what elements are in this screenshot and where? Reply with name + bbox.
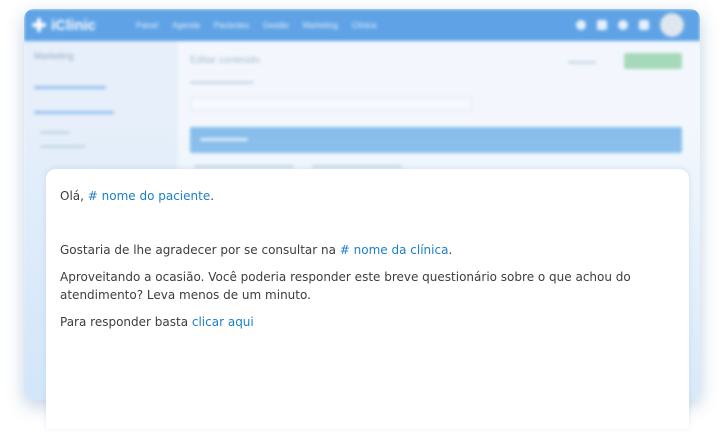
nav-item-pacientes[interactable]: Pacientes: [214, 21, 249, 30]
patient-name-variable: # nome do paciente: [87, 189, 211, 203]
survey-link[interactable]: clicar aqui: [192, 315, 254, 329]
save-button[interactable]: [624, 53, 682, 69]
cta-line: Para responder basta clicar aqui: [60, 315, 254, 329]
top-icons: [576, 13, 684, 37]
cross-logo-icon: [32, 18, 46, 32]
avatar[interactable]: [660, 13, 684, 37]
grid-icon[interactable]: [597, 20, 607, 30]
survey-paragraph: Aproveitando a ocasião. Você poderia res…: [60, 270, 631, 302]
chat-icon[interactable]: [639, 20, 649, 30]
field-label: [190, 81, 254, 84]
top-navbar: iClinic Painel Agenda Pacientes Gestão M…: [24, 9, 700, 41]
message-card: Olá, # nome do paciente. Gostaria de lhe…: [46, 169, 689, 429]
page-title: Editar conteúdo: [190, 55, 261, 66]
nav-item-gestao[interactable]: Gestão: [263, 21, 289, 30]
help-icon[interactable]: [576, 20, 586, 30]
cancel-link[interactable]: [568, 61, 596, 64]
app-logo[interactable]: iClinic: [32, 17, 96, 34]
sidebar-title: Marketing: [34, 51, 74, 61]
clinic-name-variable: # nome da clínica: [339, 243, 449, 257]
nav-item-clinica[interactable]: Clínica: [352, 21, 376, 30]
nav-item-marketing[interactable]: Marketing: [303, 21, 338, 30]
sidebar-item[interactable]: [34, 111, 114, 114]
main-nav: Painel Agenda Pacientes Gestão Marketing…: [136, 21, 376, 30]
thanks-line: Gostaria de lhe agradecer por se consult…: [60, 243, 453, 257]
nav-item-agenda[interactable]: Agenda: [172, 21, 200, 30]
sidebar-item[interactable]: [34, 86, 106, 89]
greeting-line: Olá, # nome do paciente.: [60, 189, 215, 203]
subject-input[interactable]: [190, 97, 472, 111]
logo-text: iClinic: [51, 16, 97, 34]
bell-icon[interactable]: [618, 20, 628, 30]
nav-item-painel[interactable]: Painel: [136, 21, 158, 30]
